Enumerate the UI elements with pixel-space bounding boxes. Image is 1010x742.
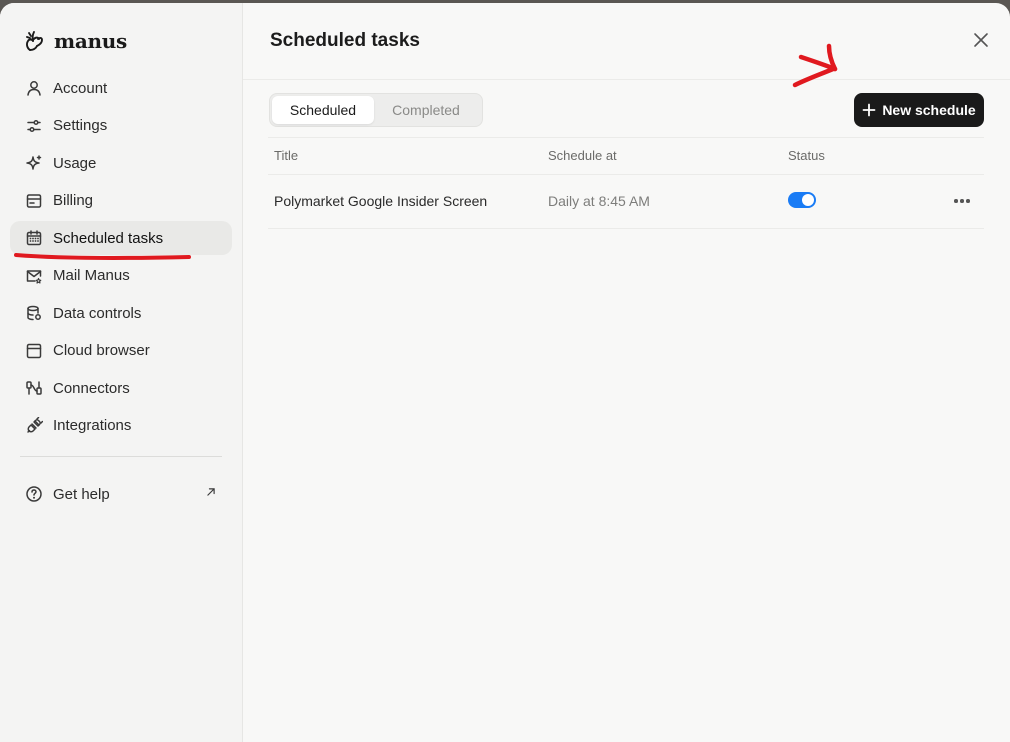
sidebar-item-label: Get help: [53, 485, 110, 503]
sidebar-item-cloud-browser[interactable]: Cloud browser: [10, 334, 232, 368]
sidebar-item-billing[interactable]: Billing: [10, 184, 232, 218]
tab-switcher: Scheduled Completed: [269, 93, 483, 127]
sidebar-item-label: Settings: [53, 117, 108, 134]
sparkle-icon: [24, 154, 43, 173]
sidebar-item-label: Integrations: [53, 417, 132, 434]
sidebar-item-label: Connectors: [53, 379, 130, 397]
database-icon: [24, 304, 43, 323]
sidebar-item-label: Data controls: [53, 304, 142, 322]
toggle-knob: [802, 194, 814, 206]
sidebar-item-account[interactable]: Account: [10, 71, 232, 105]
sidebar-item-mail-manus[interactable]: Mail Manus: [10, 259, 232, 293]
status-toggle-cell: [788, 192, 816, 208]
sliders-icon: [24, 116, 43, 135]
sidebar-item-settings[interactable]: Settings: [10, 109, 232, 143]
sidebar-item-usage[interactable]: Usage: [10, 146, 232, 180]
sidebar-nav: Account Settings Usage Billing Scheduled…: [10, 71, 232, 446]
header: Scheduled tasks: [243, 3, 1010, 80]
column-header-schedule: Schedule at: [548, 148, 617, 163]
brand-name: manus: [54, 29, 127, 53]
connectors-icon: [24, 379, 43, 398]
page-title: Scheduled tasks: [270, 30, 420, 51]
mail-icon: [24, 266, 43, 285]
tab-completed[interactable]: Completed: [374, 96, 478, 124]
sidebar-item-label: Cloud browser: [53, 342, 150, 359]
manus-logo-icon: [26, 31, 43, 51]
status-toggle[interactable]: [788, 192, 816, 208]
arrow-up-right-icon: [204, 485, 218, 503]
browser-icon: [24, 341, 43, 360]
help-icon: [24, 485, 43, 504]
column-header-title: Title: [274, 148, 299, 163]
brand-logo: manus: [24, 29, 127, 53]
sidebar-item-label: Account: [53, 79, 108, 97]
sidebar-item-label: Billing: [53, 192, 94, 209]
more-options-icon[interactable]: [952, 193, 972, 209]
plug-icon: [24, 416, 43, 435]
table-header: Title Schedule at Status: [268, 137, 984, 175]
plus-icon: [862, 103, 876, 117]
calendar-icon: [24, 229, 43, 248]
sidebar-item-label: Scheduled tasks: [53, 229, 164, 247]
table-row[interactable]: Polymarket Google Insider Screen Daily a…: [268, 175, 984, 229]
task-title: Polymarket Google Insider Screen: [274, 193, 488, 209]
sidebar-item-data-controls[interactable]: Data controls: [10, 296, 232, 330]
settings-dialog: manus Account Settings Usage Billing Sch…: [0, 3, 1010, 742]
billing-icon: [24, 191, 43, 210]
sidebar-item-label: Mail Manus: [53, 267, 130, 284]
new-schedule-button[interactable]: New schedule: [854, 93, 984, 127]
sidebar-divider: [20, 456, 222, 457]
sidebar-item-scheduled-tasks[interactable]: Scheduled tasks: [10, 221, 232, 255]
close-button[interactable]: [972, 31, 990, 49]
close-icon: [974, 33, 988, 47]
sidebar-item-label: Usage: [53, 154, 97, 172]
sidebar: manus Account Settings Usage Billing Sch…: [0, 3, 243, 742]
sidebar-item-get-help[interactable]: Get help: [10, 477, 222, 511]
task-schedule: Daily at 8:45 AM: [548, 193, 650, 209]
sidebar-item-connectors[interactable]: Connectors: [10, 371, 232, 405]
sidebar-item-integrations[interactable]: Integrations: [10, 409, 232, 443]
scheduled-tasks-table: Title Schedule at Status Polymarket Goog…: [268, 137, 984, 229]
user-icon: [24, 79, 43, 98]
main-panel: Scheduled tasks Scheduled Completed New …: [243, 3, 1010, 742]
new-schedule-label: New schedule: [882, 102, 976, 118]
column-header-status: Status: [788, 148, 825, 163]
sidebar-help: Get help: [10, 477, 222, 515]
tab-scheduled[interactable]: Scheduled: [272, 96, 374, 124]
